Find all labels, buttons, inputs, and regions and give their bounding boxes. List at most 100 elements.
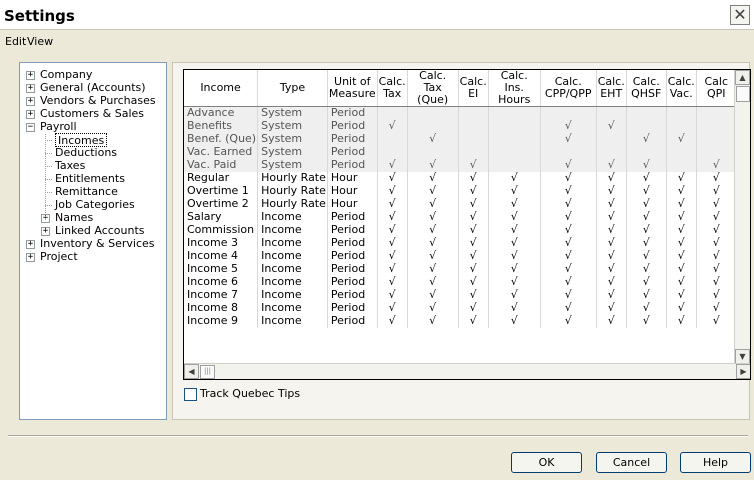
check-cell[interactable] [488, 145, 541, 159]
check-cell[interactable]: √ [377, 236, 408, 250]
check-cell[interactable]: √ [596, 249, 627, 263]
cell-type[interactable]: Income [257, 236, 328, 250]
cell-unit[interactable]: Hour [327, 184, 378, 198]
check-cell[interactable]: √ [626, 158, 667, 172]
table-row[interactable]: Commission Income Period √ √ √ √ √ √ √ √ √ [184, 223, 737, 237]
check-cell[interactable] [407, 145, 459, 159]
check-cell[interactable]: √ [407, 210, 459, 224]
tree-item-general-accounts[interactable]: General (Accounts) [40, 81, 146, 95]
table-row[interactable]: Salary Income Period √ √ √ √ √ √ √ √ √ [184, 210, 737, 224]
check-cell[interactable]: √ [407, 132, 459, 146]
check-cell[interactable] [666, 145, 697, 159]
cell-type[interactable]: Income [257, 249, 328, 263]
table-row[interactable]: Vac. Paid System Period √ √ √ √ √ √ √ [184, 158, 737, 172]
check-cell[interactable]: √ [458, 158, 489, 172]
check-cell[interactable] [458, 145, 489, 159]
check-cell[interactable]: √ [696, 197, 737, 211]
cell-type[interactable]: Income [257, 314, 328, 328]
check-cell[interactable]: √ [377, 223, 408, 237]
check-cell[interactable] [488, 106, 541, 120]
check-cell[interactable]: √ [458, 236, 489, 250]
scroll-down-button[interactable]: ▼ [735, 349, 750, 364]
check-cell[interactable]: √ [407, 158, 459, 172]
check-cell[interactable]: √ [540, 119, 597, 133]
tree-item-project[interactable]: Project [40, 250, 78, 264]
check-cell[interactable]: √ [458, 301, 489, 315]
check-cell[interactable] [626, 119, 667, 133]
check-cell[interactable] [696, 145, 737, 159]
track-quebec-tips-checkbox[interactable] [184, 388, 197, 401]
check-cell[interactable]: √ [596, 119, 627, 133]
check-cell[interactable]: √ [596, 223, 627, 237]
check-cell[interactable] [666, 158, 697, 172]
column-header[interactable]: Calc. EI [458, 70, 489, 107]
cell-unit[interactable]: Period [327, 301, 378, 315]
horizontal-scroll-thumb[interactable]: ||| [200, 365, 215, 379]
check-cell[interactable] [666, 119, 697, 133]
check-cell[interactable]: √ [696, 275, 737, 289]
check-cell[interactable]: √ [540, 301, 597, 315]
table-row[interactable]: Overtime 2 Hourly Rate Hour √ √ √ √ √ √ √ √ √ [184, 197, 737, 211]
scroll-right-button[interactable]: ▶ [736, 364, 750, 379]
check-cell[interactable]: √ [666, 236, 697, 250]
check-cell[interactable]: √ [488, 314, 541, 328]
column-header[interactable]: Calc. Tax (Que) [407, 70, 459, 107]
cell-type[interactable]: System [257, 119, 328, 133]
cell-unit[interactable]: Period [327, 223, 378, 237]
check-cell[interactable]: √ [540, 184, 597, 198]
column-header[interactable]: Calc. QHSF [626, 70, 667, 107]
check-cell[interactable]: √ [596, 262, 627, 276]
cell-type[interactable]: Hourly Rate [257, 171, 328, 185]
check-cell[interactable]: √ [596, 184, 627, 198]
check-cell[interactable]: √ [407, 301, 459, 315]
check-cell[interactable]: √ [696, 158, 737, 172]
cell-income[interactable]: Income 6 [184, 275, 259, 289]
tree-item-deductions[interactable]: Deductions [55, 146, 117, 160]
check-cell[interactable] [696, 119, 737, 133]
check-cell[interactable]: √ [488, 171, 541, 185]
check-cell[interactable]: √ [666, 275, 697, 289]
check-cell[interactable] [540, 106, 597, 120]
menu-view[interactable]: View [27, 35, 53, 48]
check-cell[interactable]: √ [407, 171, 459, 185]
check-cell[interactable]: √ [377, 184, 408, 198]
close-button[interactable]: ✕ [730, 5, 750, 25]
cell-type[interactable]: Hourly Rate [257, 184, 328, 198]
cell-income[interactable]: Income 4 [184, 249, 259, 263]
tree-item-vendors-purchases[interactable]: Vendors & Purchases [40, 94, 156, 108]
check-cell[interactable]: √ [626, 223, 667, 237]
cell-unit[interactable]: Period [327, 132, 378, 146]
check-cell[interactable] [458, 119, 489, 133]
check-cell[interactable]: √ [626, 197, 667, 211]
check-cell[interactable]: √ [458, 171, 489, 185]
check-cell[interactable]: √ [458, 249, 489, 263]
check-cell[interactable]: √ [488, 236, 541, 250]
check-cell[interactable]: √ [626, 288, 667, 302]
check-cell[interactable] [377, 132, 408, 146]
check-cell[interactable]: √ [488, 249, 541, 263]
check-cell[interactable] [458, 132, 489, 146]
check-cell[interactable]: √ [696, 262, 737, 276]
check-cell[interactable] [407, 106, 459, 120]
check-cell[interactable]: √ [377, 119, 408, 133]
check-cell[interactable] [696, 106, 737, 120]
cell-income[interactable]: Commission [184, 223, 259, 237]
table-row[interactable]: Income 5 Income Period √ √ √ √ √ √ √ √ √ [184, 262, 737, 276]
check-cell[interactable]: √ [488, 223, 541, 237]
check-cell[interactable]: √ [407, 314, 459, 328]
check-cell[interactable]: √ [666, 171, 697, 185]
check-cell[interactable]: √ [596, 236, 627, 250]
scroll-left-button[interactable]: ◀ [184, 364, 199, 379]
tree-item-incomes[interactable]: Incomes [55, 133, 108, 147]
cell-income[interactable]: Income 7 [184, 288, 259, 302]
check-cell[interactable]: √ [488, 197, 541, 211]
check-cell[interactable]: √ [377, 275, 408, 289]
check-cell[interactable]: √ [407, 288, 459, 302]
check-cell[interactable]: √ [540, 262, 597, 276]
check-cell[interactable]: √ [626, 314, 667, 328]
check-cell[interactable]: √ [696, 249, 737, 263]
check-cell[interactable]: √ [596, 210, 627, 224]
check-cell[interactable]: √ [488, 184, 541, 198]
check-cell[interactable]: √ [377, 262, 408, 276]
cell-type[interactable]: Income [257, 288, 328, 302]
